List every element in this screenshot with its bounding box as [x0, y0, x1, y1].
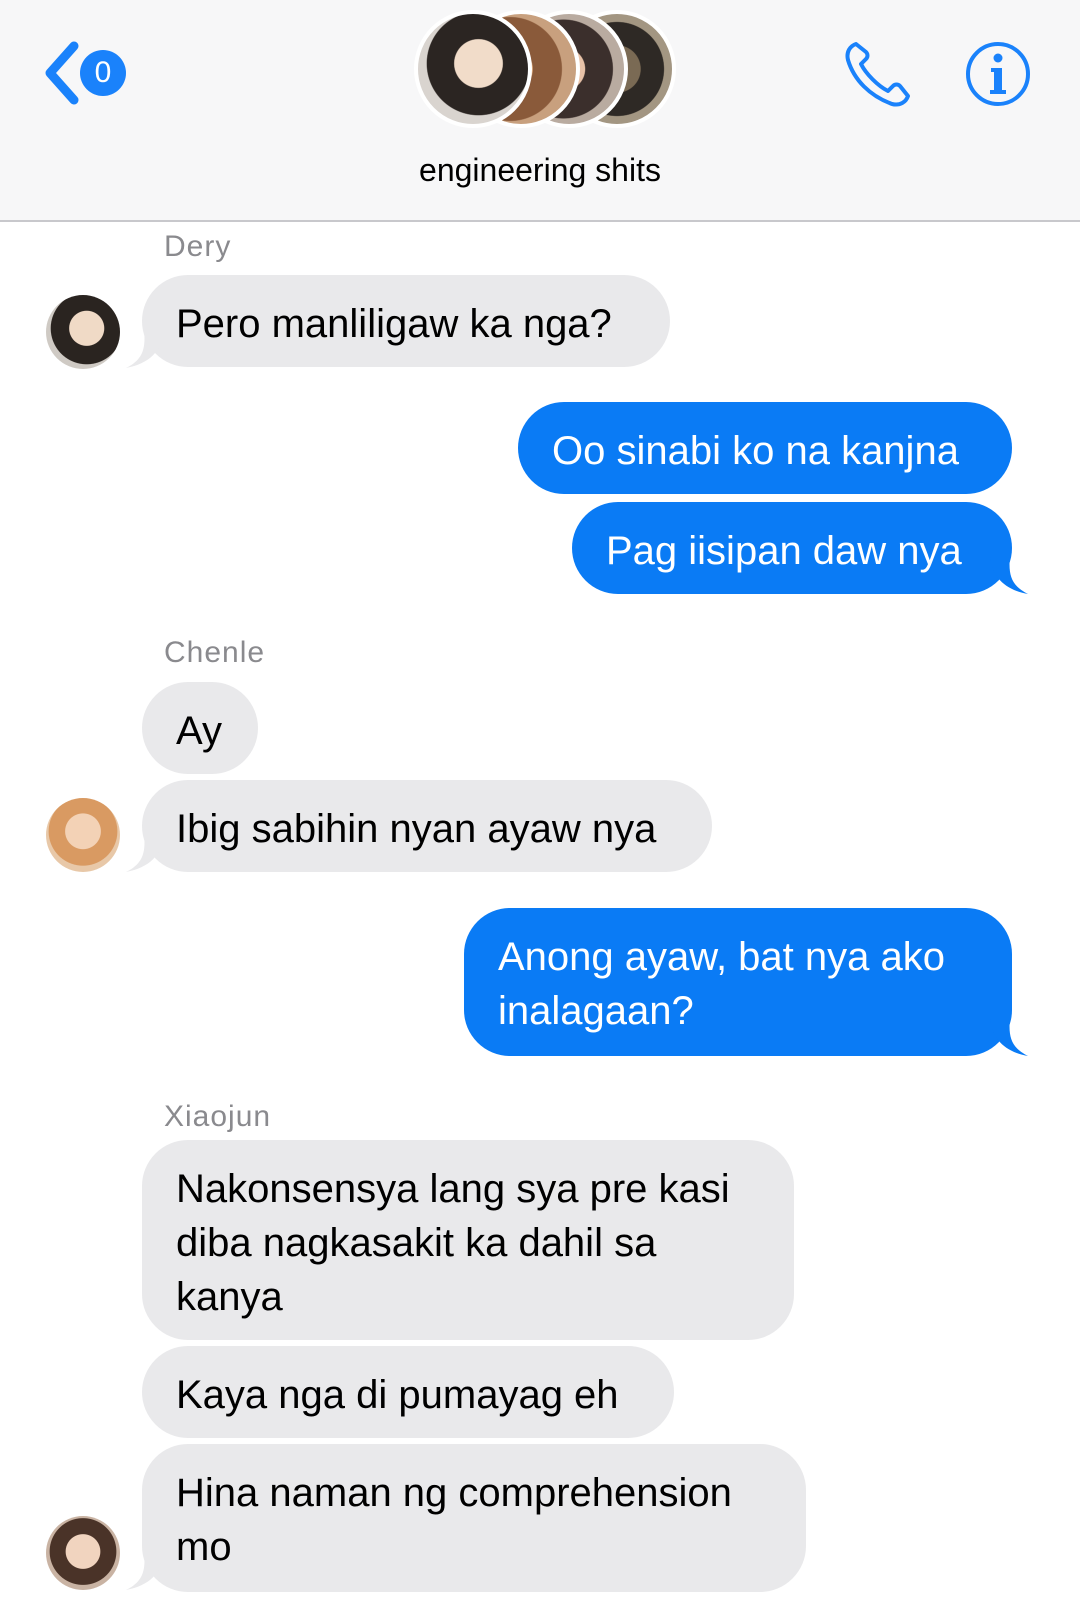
sender-name: Dery — [164, 230, 232, 263]
message-bubble-outgoing[interactable]: Anong ayaw, bat nya ako inalagaan? — [464, 908, 1012, 1056]
phone-icon[interactable] — [842, 38, 914, 110]
bubble-tail — [126, 1552, 164, 1590]
member-avatar — [414, 10, 532, 128]
message-bubble-incoming[interactable]: Nakonsensya lang sya pre kasi diba nagka… — [142, 1140, 794, 1340]
bubble-tail — [990, 1018, 1028, 1056]
message-bubble-incoming[interactable]: Ay — [142, 682, 258, 774]
group-avatars[interactable] — [414, 10, 676, 130]
chat-header: 0 engineering shits — [0, 0, 1080, 222]
message-bubble-incoming[interactable]: Kaya nga di pumayag eh — [142, 1346, 674, 1438]
back-chevron-icon — [45, 41, 79, 105]
message-bubble-incoming[interactable]: Ibig sabihin nyan ayaw nya — [142, 780, 712, 872]
message-bubble-incoming[interactable]: Hina naman ng comprehension mo — [142, 1444, 806, 1592]
back-button[interactable]: 0 — [40, 38, 140, 108]
avatar[interactable] — [46, 1516, 120, 1590]
sender-name: Xiaojun — [164, 1100, 272, 1133]
group-name[interactable]: engineering shits — [0, 152, 1080, 189]
bubble-tail — [126, 834, 164, 872]
message-bubble-incoming[interactable]: Pero manliligaw ka nga? — [142, 275, 670, 367]
sender-name: Chenle — [164, 636, 266, 669]
unread-badge: 0 — [80, 50, 126, 96]
info-icon[interactable] — [964, 40, 1032, 108]
bubble-tail — [990, 556, 1028, 594]
message-bubble-outgoing[interactable]: Pag iisipan daw nya — [572, 502, 1012, 594]
avatar[interactable] — [46, 798, 120, 872]
avatar[interactable] — [46, 295, 120, 369]
message-bubble-outgoing[interactable]: Oo sinabi ko na kanjna — [518, 402, 1012, 494]
bubble-tail — [126, 330, 164, 368]
